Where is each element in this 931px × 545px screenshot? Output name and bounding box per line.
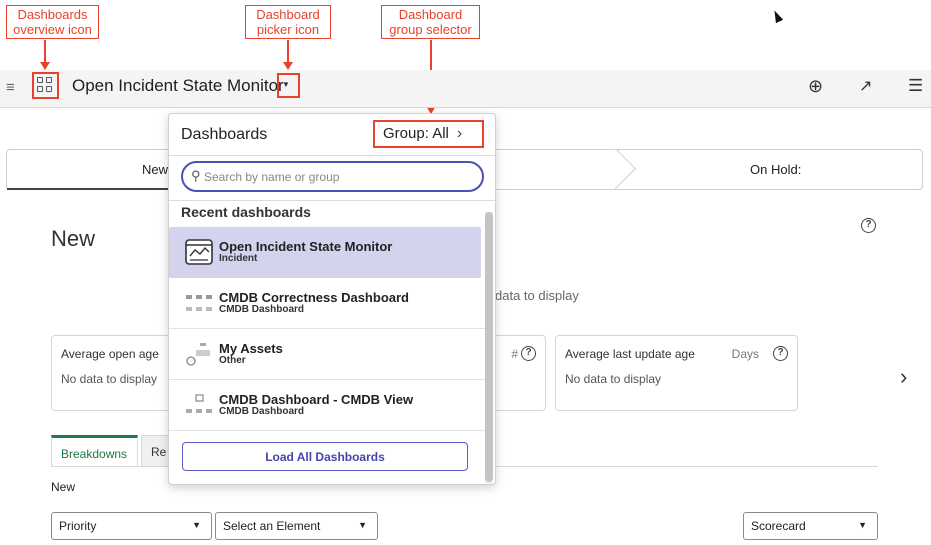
list-item[interactable]: Open Incident State Monitor Incident — [169, 227, 481, 278]
chevron-right-icon[interactable]: › — [900, 364, 907, 390]
breakdown-label: New — [51, 480, 76, 494]
recent-dashboards-label: Recent dashboards — [181, 204, 311, 220]
list-item[interactable]: CMDB Correctness Dashboard CMDB Dashboar… — [169, 278, 485, 329]
dashboard-list: Open Incident State Monitor Incident CMD… — [169, 227, 485, 431]
load-all-dashboards-button[interactable]: Load All Dashboards — [182, 442, 468, 471]
step-new[interactable]: New — [142, 162, 168, 177]
menu-icon[interactable]: ≡ — [6, 79, 15, 96]
dropdown-title: Dashboards — [181, 126, 268, 143]
active-step-indicator — [7, 188, 177, 190]
step-divider — [615, 149, 643, 190]
annotation-picker-icon: Dashboard picker icon — [245, 5, 331, 39]
share-icon[interactable]: ↗ — [859, 76, 872, 96]
chevron-down-icon: ▼ — [192, 520, 201, 530]
annotation-arrow — [287, 40, 289, 64]
annotation-overview-icon: Dashboards overview icon — [6, 5, 99, 39]
divider — [169, 200, 495, 201]
card-title: Average open age — [61, 347, 159, 361]
step-on-hold[interactable]: On Hold: — [750, 162, 801, 177]
list-item[interactable]: CMDB Dashboard - CMDB View CMDB Dashboar… — [169, 380, 485, 431]
no-data-text: data to display — [495, 288, 579, 303]
annotation-box — [32, 72, 59, 99]
card-value: No data to display — [61, 372, 158, 386]
help-icon[interactable]: ? — [773, 346, 788, 361]
mouse-cursor-icon — [770, 8, 784, 24]
card-value: No data to display — [565, 372, 662, 386]
dashboard-name: CMDB Dashboard - CMDB View — [219, 392, 414, 407]
annotation-arrowhead — [40, 62, 50, 70]
element-select[interactable]: Select an Element ▼ — [215, 512, 378, 540]
filter-settings-icon[interactable]: ☰ — [908, 76, 923, 96]
scorecard-select[interactable]: Scorecard ▼ — [743, 512, 878, 540]
dashboard-thumb-icon — [185, 239, 213, 265]
dashboard-name: CMDB Correctness Dashboard — [219, 290, 409, 305]
dashboard-name: My Assets — [219, 341, 283, 356]
help-icon[interactable]: ? — [861, 218, 876, 233]
divider — [169, 155, 495, 156]
priority-select[interactable]: Priority ▼ — [51, 512, 212, 540]
list-item[interactable]: My Assets Other — [169, 329, 485, 380]
help-icon[interactable]: ? — [521, 346, 536, 361]
add-circle-icon[interactable]: ⊕ — [808, 76, 823, 97]
card-unit: # — [511, 347, 518, 361]
card-unit: Days — [731, 347, 759, 361]
section-title: New — [51, 226, 96, 251]
search-field[interactable]: ⚲ — [181, 161, 484, 192]
chevron-down-icon: ▼ — [858, 520, 867, 530]
metric-card: Average last update age Days ? No data t… — [555, 335, 798, 411]
dashboard-group: CMDB Dashboard — [219, 406, 305, 417]
scrollbar-thumb[interactable] — [485, 212, 493, 482]
dashboard-title: Open Incident State Monitor — [72, 76, 284, 95]
scrollbar[interactable] — [485, 212, 493, 484]
dashboard-thumb-icon — [186, 295, 212, 311]
annotation-arrowhead — [283, 62, 293, 70]
annotation-group-selector: Dashboard group selector — [381, 5, 480, 39]
dashboard-thumb-icon — [186, 343, 210, 366]
dashboard-group: Other — [219, 355, 246, 366]
tab-breakdowns[interactable]: Breakdowns — [51, 435, 138, 467]
card-title: Average last update age — [565, 347, 695, 361]
dashboard-picker-dropdown: Dashboards Group: All› ⚲ Recent dashboar… — [168, 113, 496, 485]
chevron-down-icon: ▼ — [358, 520, 367, 530]
dashboard-group: CMDB Dashboard — [219, 304, 305, 315]
search-icon: ⚲ — [191, 168, 201, 183]
annotation-arrow — [44, 40, 46, 64]
metric-card: Average open age No data to display — [51, 335, 176, 411]
dashboard-group: Incident — [219, 253, 258, 264]
annotation-box — [373, 120, 484, 148]
dashboard-name: Open Incident State Monitor — [219, 239, 393, 254]
annotation-box — [277, 73, 300, 98]
dashboard-thumb-icon — [186, 394, 212, 413]
search-input[interactable] — [204, 168, 474, 186]
